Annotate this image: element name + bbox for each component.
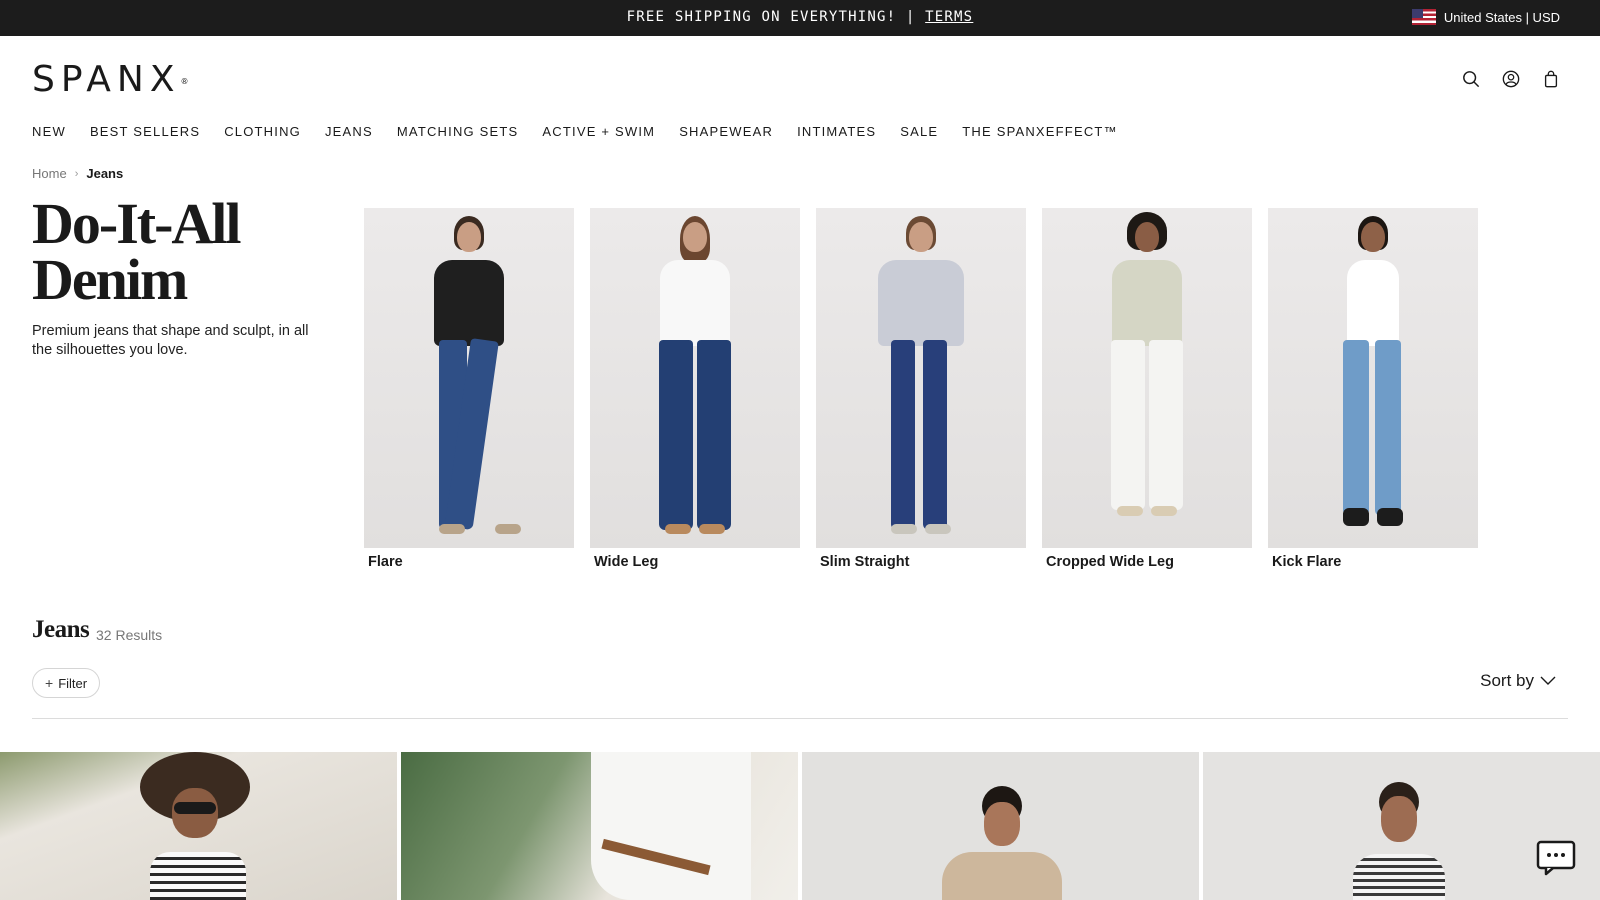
model-face xyxy=(984,802,1020,846)
category-image xyxy=(816,208,1026,548)
nav-item-intimates[interactable]: INTIMATES xyxy=(797,124,876,139)
nav-item-matching-sets[interactable]: MATCHING SETS xyxy=(397,124,519,139)
category-label: Flare xyxy=(368,554,403,570)
nav-item-jeans[interactable]: JEANS xyxy=(325,124,373,139)
breadcrumb: Home › Jeans xyxy=(32,166,123,181)
promo-message: FREE SHIPPING ON EVERYTHING! | TERMS xyxy=(0,9,1600,25)
category-label: Wide Leg xyxy=(594,554,659,570)
striped-top xyxy=(150,852,246,900)
search-icon[interactable] xyxy=(1462,70,1480,88)
category-image xyxy=(1042,208,1252,548)
chevron-right-icon: › xyxy=(74,167,79,180)
category-tile-slim-straight[interactable]: Slim Straight xyxy=(816,208,1026,570)
garment-top xyxy=(1347,260,1399,346)
plus-icon: + xyxy=(45,675,54,691)
category-tile-wide-leg[interactable]: Wide Leg xyxy=(590,208,800,570)
us-flag-icon xyxy=(1411,9,1436,25)
logo-text: SPANX xyxy=(32,59,181,100)
garment-top xyxy=(434,260,504,346)
sunglasses xyxy=(174,802,216,814)
category-tile-kick-flare[interactable]: Kick Flare xyxy=(1268,208,1478,570)
nav-item-shapewear[interactable]: SHAPEWEAR xyxy=(679,124,773,139)
jeans-leg xyxy=(1149,340,1183,510)
bag-icon[interactable] xyxy=(1542,70,1560,88)
jeans-leg xyxy=(1111,340,1145,510)
terms-link[interactable]: TERMS xyxy=(925,9,973,25)
striped-tank xyxy=(1353,854,1445,900)
nav-item-clothing[interactable]: CLOTHING xyxy=(224,124,301,139)
category-tile-flare[interactable]: Flare xyxy=(364,208,574,570)
divider xyxy=(32,718,1568,719)
jeans-leg xyxy=(1375,340,1401,516)
nav-item-spanxeffect[interactable]: THE SPANXEFFECT™ xyxy=(962,124,1117,139)
jeans-leg xyxy=(891,340,915,530)
product-card[interactable] xyxy=(1203,752,1600,900)
khaki-shirt xyxy=(942,852,1062,900)
product-card[interactable] xyxy=(0,752,397,900)
category-label: Cropped Wide Leg xyxy=(1046,554,1174,570)
main-nav: NEW BEST SELLERS CLOTHING JEANS MATCHING… xyxy=(32,124,1118,139)
spanx-logo[interactable]: SPANX® xyxy=(32,62,188,98)
category-label: Kick Flare xyxy=(1272,554,1342,570)
garment-top xyxy=(878,260,964,346)
garment-top xyxy=(1112,260,1182,346)
category-image xyxy=(590,208,800,548)
results-count: 32 Results xyxy=(96,627,163,643)
chat-icon[interactable] xyxy=(1536,840,1576,876)
nav-item-sale[interactable]: SALE xyxy=(900,124,938,139)
results-title: Jeans xyxy=(32,616,90,643)
registered-mark: ® xyxy=(180,77,189,86)
locale-label: United States | USD xyxy=(1443,9,1560,25)
locale-selector[interactable]: United States | USD xyxy=(1411,9,1560,25)
chevron-down-icon xyxy=(1540,676,1556,685)
product-card[interactable] xyxy=(401,752,798,900)
jeans-leg xyxy=(923,340,947,530)
filter-label: Filter xyxy=(58,675,88,691)
category-image xyxy=(364,208,574,548)
sort-label: Sort by xyxy=(1480,671,1534,690)
model-face xyxy=(1381,796,1417,842)
header-actions xyxy=(1462,70,1560,88)
page-description: Premium jeans that shape and sculpt, in … xyxy=(32,323,309,358)
jeans-leg xyxy=(659,340,693,530)
breadcrumb-current: Jeans xyxy=(86,166,124,181)
category-carousel: Flare Wide Leg Slim Straight Cropped Wid… xyxy=(364,208,1478,570)
jeans-leg xyxy=(697,340,731,530)
category-label: Slim Straight xyxy=(820,554,910,570)
sort-dropdown[interactable]: Sort by xyxy=(1480,671,1556,691)
garment-top xyxy=(660,260,730,346)
white-shirt xyxy=(591,752,751,900)
announcement-bar: FREE SHIPPING ON EVERYTHING! | TERMS Uni… xyxy=(0,0,1600,36)
product-grid xyxy=(0,752,1600,900)
category-image xyxy=(1268,208,1478,548)
category-tile-cropped-wide-leg[interactable]: Cropped Wide Leg xyxy=(1042,208,1252,570)
nav-item-new[interactable]: NEW xyxy=(32,124,66,139)
jeans-leg xyxy=(1343,340,1369,516)
product-card[interactable] xyxy=(802,752,1199,900)
nav-item-best-sellers[interactable]: BEST SELLERS xyxy=(90,124,200,139)
promo-text: FREE SHIPPING ON EVERYTHING! | xyxy=(626,9,926,25)
nav-item-active-swim[interactable]: ACTIVE + SWIM xyxy=(542,124,655,139)
account-icon[interactable] xyxy=(1502,70,1520,88)
breadcrumb-home[interactable]: Home xyxy=(32,166,67,181)
filter-button[interactable]: + Filter xyxy=(32,668,101,698)
page-title: Do-It-All Denim xyxy=(32,191,242,312)
